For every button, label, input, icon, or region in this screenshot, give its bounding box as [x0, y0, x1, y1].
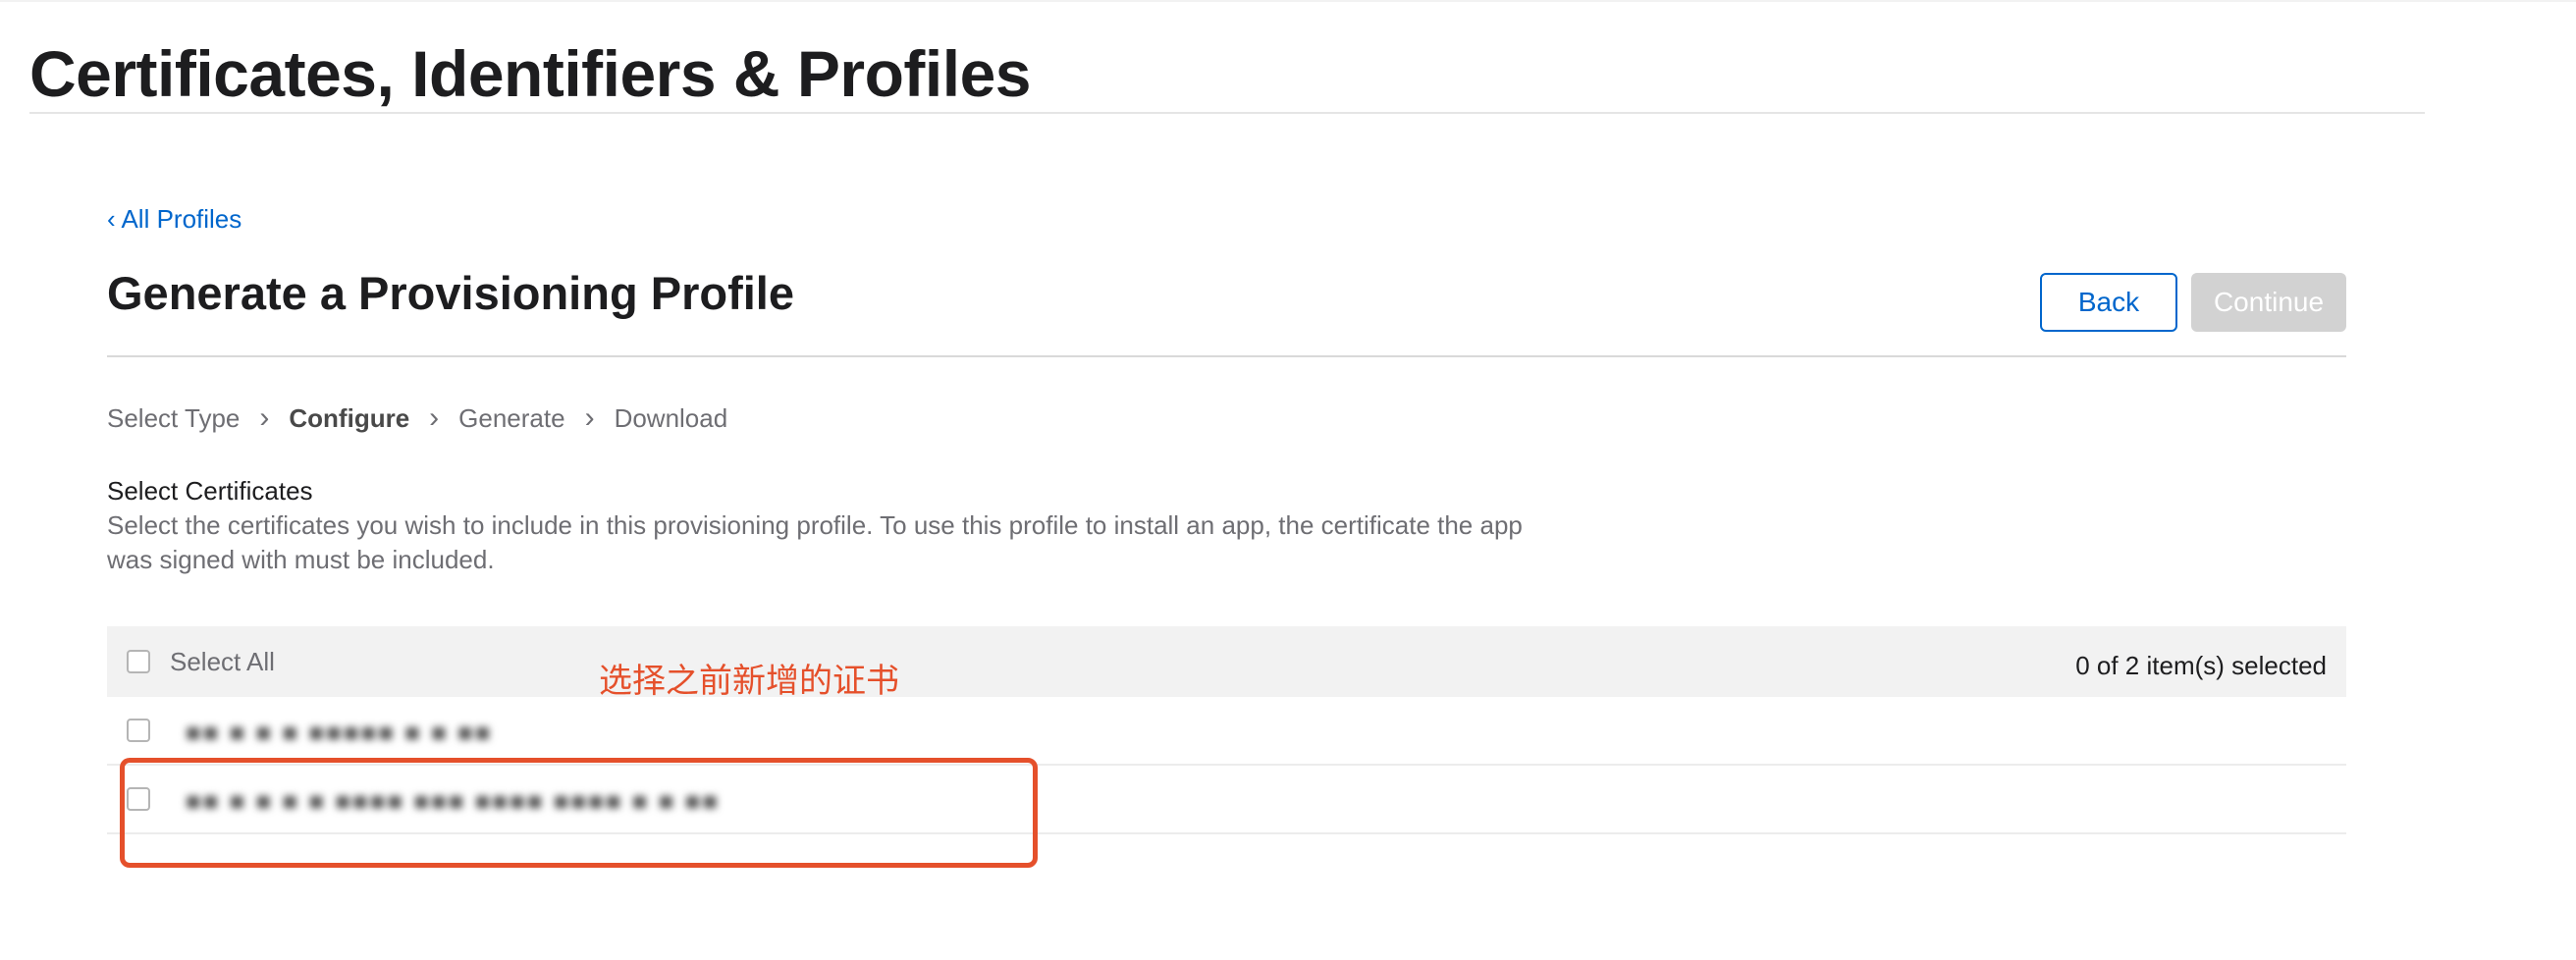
step-configure: Configure	[289, 402, 410, 433]
chevron-right-icon: ›	[259, 401, 270, 434]
annotation-label: 选择之前新增的证书	[599, 663, 899, 700]
annotation-highlight-box	[120, 758, 1038, 868]
selection-count: 0 of 2 item(s) selected	[2075, 651, 2327, 680]
heading-divider	[107, 355, 2346, 357]
chevron-right-icon: ›	[429, 401, 440, 434]
section-title: Select Certificates	[107, 476, 313, 506]
chevron-right-icon: ›	[584, 401, 595, 434]
step-select-type: Select Type	[107, 402, 241, 433]
certificate-row[interactable]: ■■ ■ ■ ■ ■■■■■ ■ ■ ■■	[107, 697, 2346, 766]
step-generate: Generate	[458, 402, 565, 433]
top-border	[0, 0, 2576, 2]
table-header: Select All 0 of 2 item(s) selected	[107, 626, 2346, 697]
page: Certificates, Identifiers & Profiles ‹ A…	[0, 0, 2576, 960]
certificate-checkbox[interactable]	[127, 719, 150, 742]
title-divider	[29, 112, 2425, 114]
all-profiles-link[interactable]: ‹ All Profiles	[107, 202, 242, 236]
site-title: Certificates, Identifiers & Profiles	[29, 37, 1032, 110]
select-all-checkbox[interactable]	[127, 650, 150, 673]
continue-button[interactable]: Continue	[2191, 273, 2346, 332]
section-description: Select the certificates you wish to incl…	[107, 510, 1523, 574]
select-all-label: Select All	[170, 647, 275, 676]
step-breadcrumb: Select Type › Configure › Generate › Dow…	[107, 400, 727, 436]
back-button[interactable]: Back	[2040, 273, 2177, 332]
page-heading: Generate a Provisioning Profile	[107, 267, 794, 319]
certificate-name-redacted: ■■ ■ ■ ■ ■■■■■ ■ ■ ■■	[186, 718, 493, 747]
step-download: Download	[614, 402, 728, 433]
